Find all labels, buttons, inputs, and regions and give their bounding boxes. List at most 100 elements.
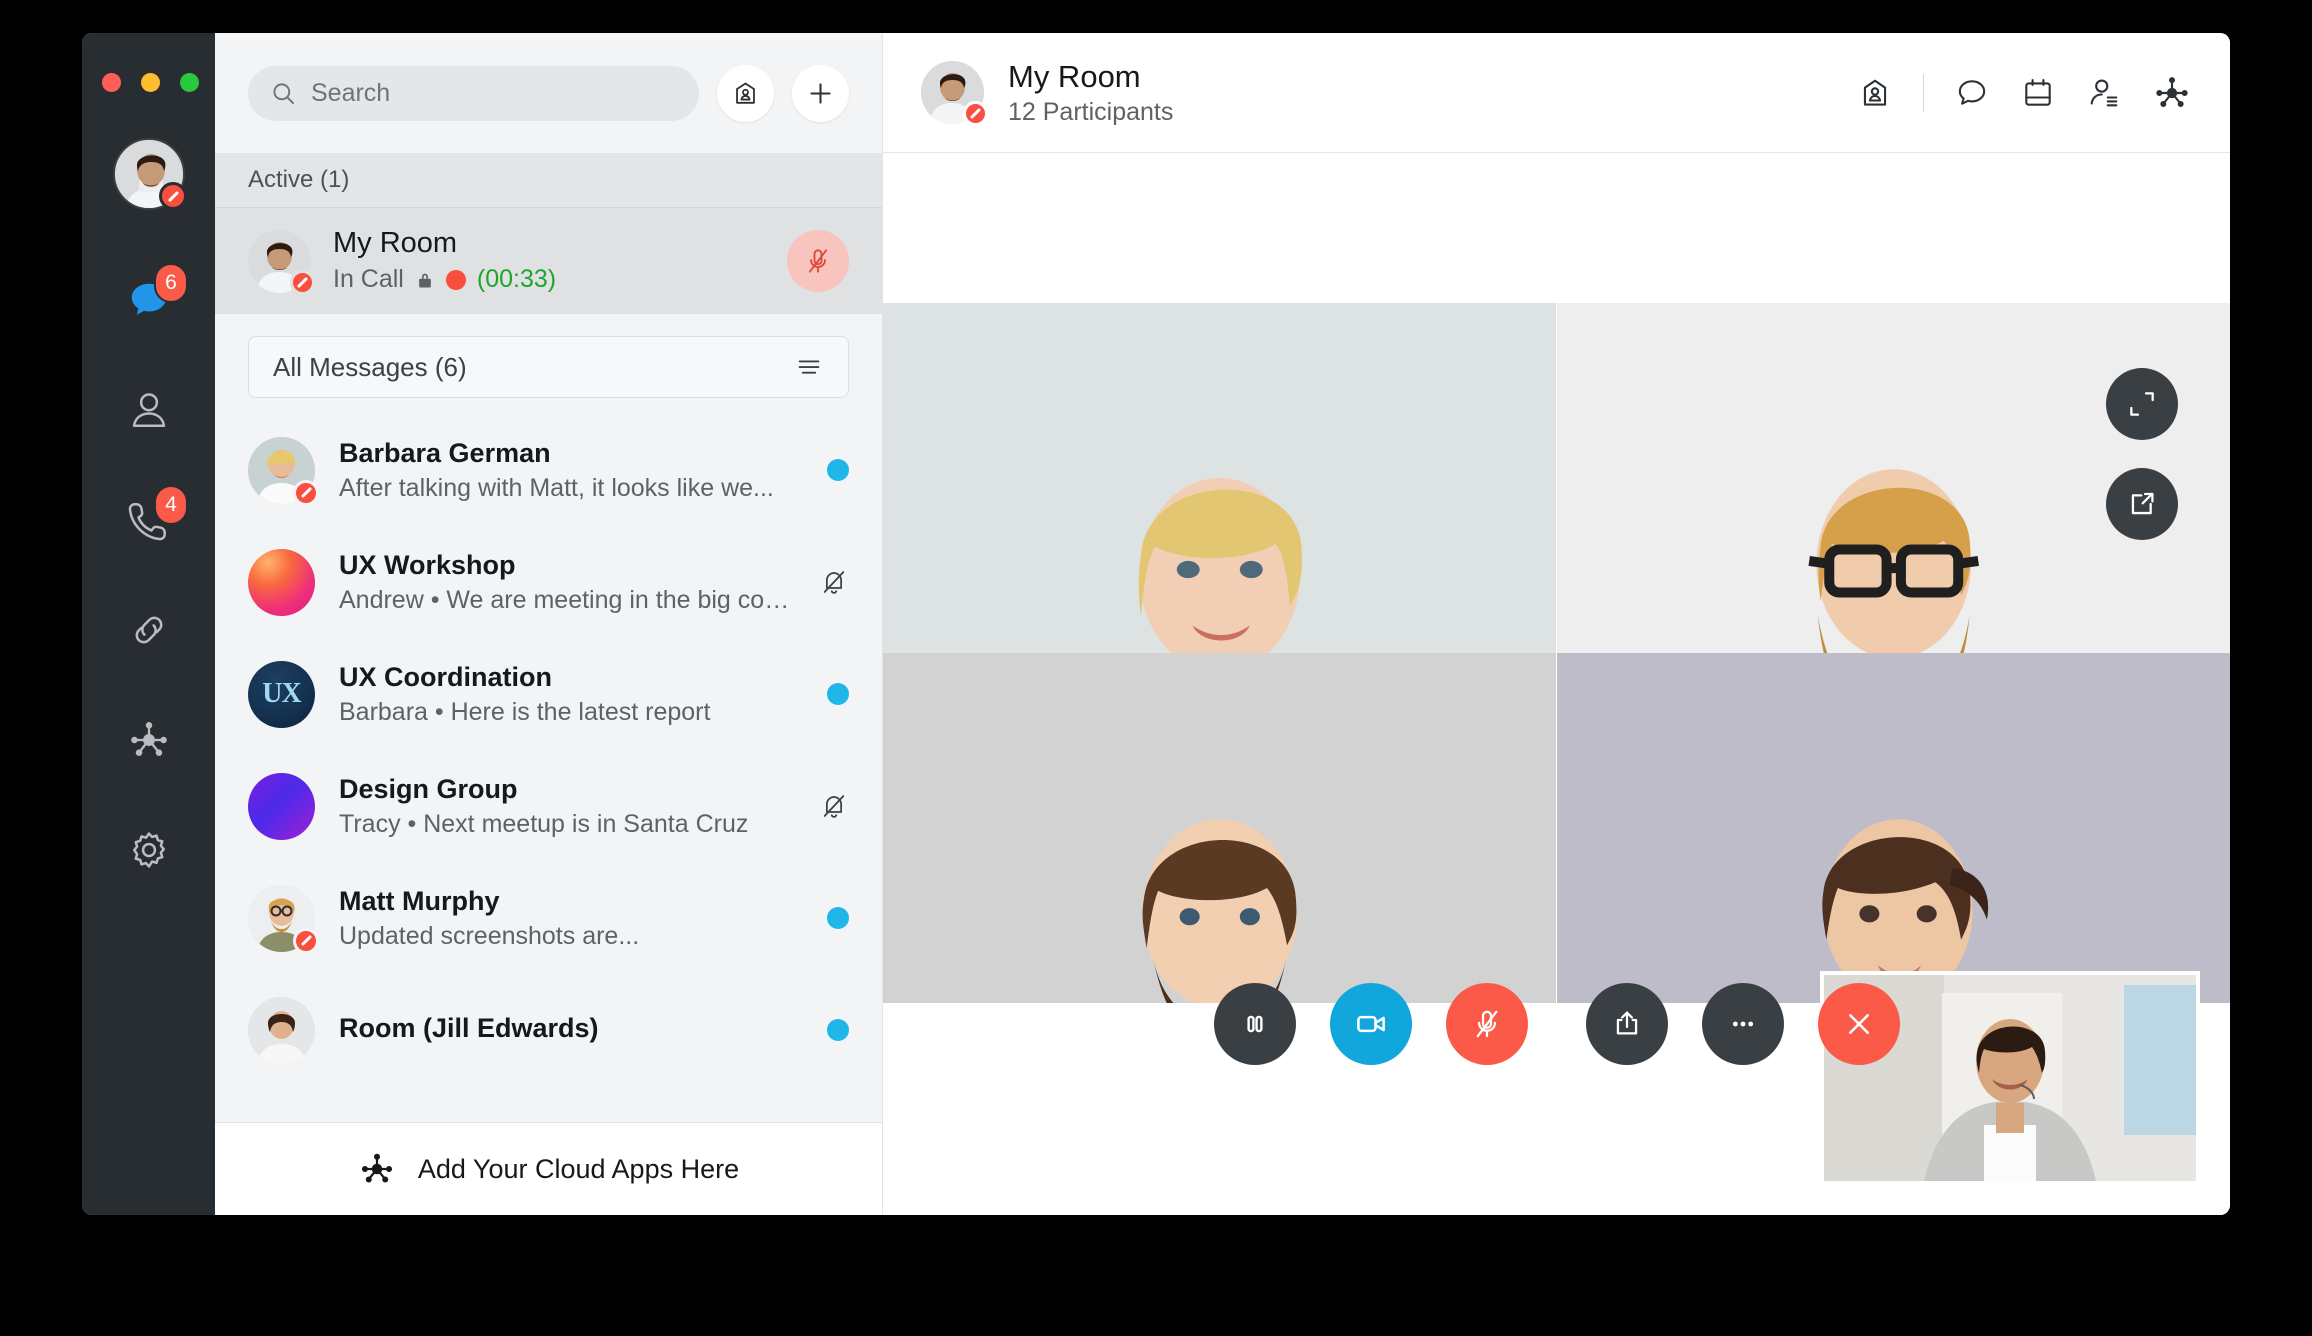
ellipsis-icon: [1732, 1021, 1753, 1027]
active-room-title: My Room: [333, 227, 458, 260]
pause-button[interactable]: [1213, 983, 1296, 1065]
unread-indicator: [827, 683, 849, 705]
avatar: [248, 548, 315, 616]
mute-button[interactable]: [1445, 983, 1528, 1065]
add-conversation-button[interactable]: [792, 64, 849, 122]
recording-indicator: [445, 269, 466, 290]
avatar[interactable]: [921, 61, 988, 126]
mic-muted-icon: [1476, 1010, 1497, 1038]
sidebar-item-cloud-apps[interactable]: [82, 685, 215, 795]
gear-icon: [132, 832, 165, 868]
unread-indicator: [827, 907, 849, 929]
list-item[interactable]: Matt Murphy Updated screenshots are...: [215, 862, 882, 974]
list-item[interactable]: Barbara German After talking with Matt, …: [215, 414, 882, 526]
share-button[interactable]: [1585, 983, 1668, 1065]
list-item[interactable]: Design Group Tracy • Next meetup is in S…: [215, 750, 882, 862]
more-button[interactable]: [1701, 983, 1784, 1065]
filter-wrapper: All Messages (6): [215, 314, 882, 414]
unread-indicator: [827, 1019, 849, 1041]
conversation-column: Search Active (1) My Room In Call (00:33…: [215, 33, 883, 1215]
participants-button[interactable]: [2086, 75, 2122, 111]
list-item-preview: After talking with Matt, it looks like w…: [339, 473, 774, 502]
participant-count: 12 Participants: [1008, 98, 1174, 127]
toolbar-divider: [1923, 73, 1924, 112]
list-item-preview: Andrew • We are meeting in the big conf.…: [339, 585, 795, 614]
conversation-list[interactable]: Barbara German After talking with Matt, …: [215, 414, 882, 1122]
minimize-window-button[interactable]: [141, 73, 160, 92]
sidebar-item-calls[interactable]: 4: [82, 465, 215, 575]
call-timer: (00:33): [476, 265, 557, 294]
calls-badge: 4: [154, 485, 188, 525]
mute-toggle-button[interactable]: [787, 230, 849, 292]
participants-list-icon: [2090, 79, 2118, 106]
participant-tile[interactable]: [883, 653, 1557, 1003]
list-item[interactable]: Room (Jill Edwards): [215, 974, 882, 1086]
call-header-meta: My Room 12 Participants: [1008, 58, 1833, 127]
lock-icon: [419, 273, 431, 288]
active-room-row[interactable]: My Room In Call (00:33): [215, 208, 882, 314]
list-item[interactable]: UX Workshop Andrew • We are meeting in t…: [215, 526, 882, 638]
do-not-disturb-badge: [293, 479, 319, 506]
sidebar-item-contacts[interactable]: [82, 355, 215, 465]
zoom-window-button[interactable]: [180, 73, 199, 92]
do-not-disturb-badge: [293, 927, 319, 954]
link-chain-icon: [135, 616, 162, 644]
message-filter-dropdown[interactable]: All Messages (6): [248, 336, 849, 398]
sidebar-item-messages[interactable]: 6: [82, 245, 215, 355]
chat-bubble-icon: [1958, 79, 1986, 105]
video-camera-icon: [1356, 1015, 1385, 1033]
do-not-disturb-badge: [290, 269, 315, 295]
contacts-person-icon: [132, 393, 165, 427]
close-window-button[interactable]: [102, 73, 121, 92]
contact-photo: [248, 996, 315, 1064]
calendar-button[interactable]: [2020, 75, 2056, 111]
end-call-button[interactable]: [1817, 983, 1900, 1065]
share-upload-icon: [1616, 1011, 1637, 1035]
contact-card-button[interactable]: [1857, 75, 1893, 111]
cloud-apps-hub-icon: [2156, 76, 2188, 107]
section-header-active: Active (1): [215, 153, 882, 208]
participant-tile[interactable]: [1556, 653, 2231, 1003]
cloud-apps-hub-icon: [361, 1153, 392, 1183]
sidebar-item-links[interactable]: [82, 575, 215, 685]
unread-indicator: [827, 459, 849, 481]
close-x-icon: [1848, 1014, 1869, 1034]
list-item-text: Barbara German After talking with Matt, …: [339, 437, 803, 502]
list-item-title: Barbara German: [339, 438, 551, 469]
call-header-actions: [1857, 73, 2192, 113]
conversation-toolbar: Search: [215, 33, 882, 153]
contact-card-button[interactable]: [717, 64, 774, 122]
avatar: [248, 772, 315, 840]
avatar-monogram: UX: [262, 678, 301, 709]
avatar[interactable]: [113, 138, 187, 210]
expand-fullscreen-button[interactable]: [2106, 368, 2178, 440]
list-item-text: Room (Jill Edwards): [339, 1012, 803, 1048]
filter-lines-icon: [798, 360, 820, 374]
stage-float-buttons: [2106, 368, 2178, 540]
list-item-preview: Tracy • Next meetup is in Santa Cruz: [339, 809, 749, 838]
avatar: UX: [248, 660, 315, 728]
sidebar-item-settings[interactable]: [82, 795, 215, 905]
participant-tile[interactable]: [883, 303, 1557, 653]
list-item-text: Design Group Tracy • Next meetup is in S…: [339, 773, 795, 838]
search-input[interactable]: Search: [248, 65, 699, 121]
search-placeholder: Search: [311, 78, 391, 107]
video-stage: [883, 153, 2230, 1215]
avatar: [248, 436, 319, 506]
search-icon: [273, 82, 295, 104]
app-window: 6 4 Search Active (1) My Room In Call (0…: [82, 33, 2230, 1215]
list-item-preview: Updated screenshots are...: [339, 921, 640, 950]
call-header: My Room 12 Participants: [883, 33, 2230, 153]
add-cloud-apps-button[interactable]: Add Your Cloud Apps Here: [215, 1122, 882, 1215]
avatar: [248, 229, 315, 295]
add-cloud-apps-label: Add Your Cloud Apps Here: [417, 1153, 740, 1184]
chat-button[interactable]: [1954, 75, 1990, 111]
cloud-apps-button[interactable]: [2152, 73, 2192, 113]
participant-tiles: [883, 303, 2230, 1003]
window-traffic-lights: [102, 73, 199, 92]
list-item-title: UX Coordination: [339, 662, 552, 693]
popout-window-button[interactable]: [2106, 468, 2178, 540]
video-button[interactable]: [1329, 983, 1412, 1065]
list-item[interactable]: UX UX Coordination Barbara • Here is the…: [215, 638, 882, 750]
filter-label: All Messages (6): [273, 351, 467, 382]
